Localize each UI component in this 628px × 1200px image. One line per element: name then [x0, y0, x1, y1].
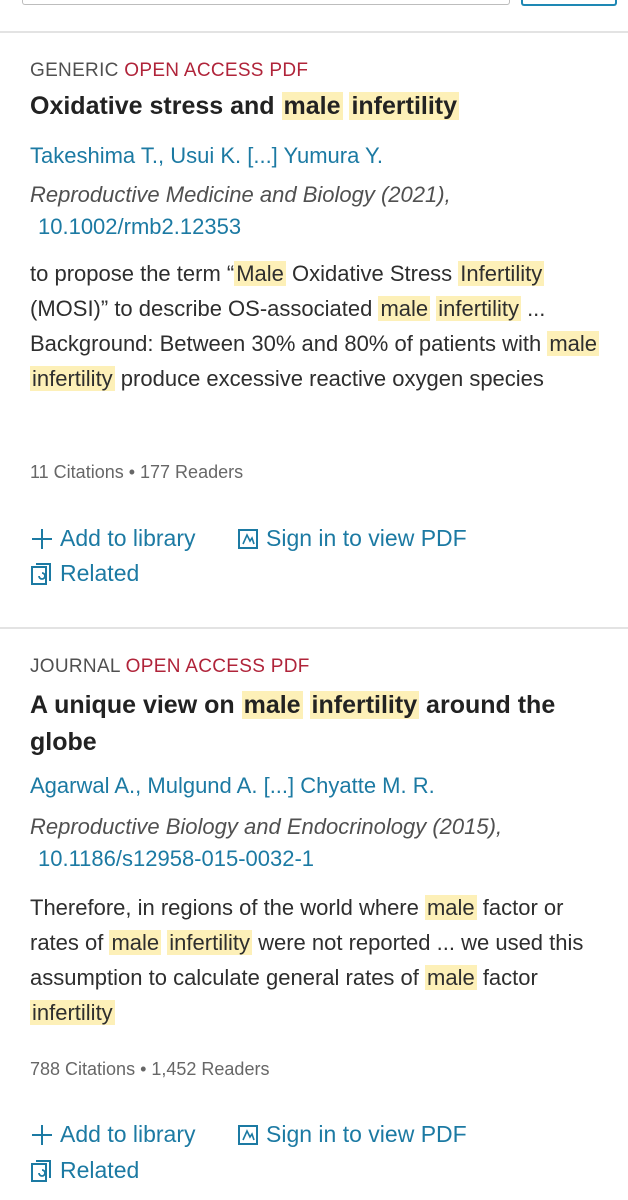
- add-to-library-label: Add to library: [60, 1121, 196, 1147]
- article-meta: GENERIC OPEN ACCESS PDF: [30, 60, 308, 82]
- article-authors[interactable]: Takeshima T., Usui K. [...] Yumura Y.: [30, 143, 383, 169]
- text-segment: Therefore, in regions of the world where: [30, 895, 425, 920]
- highlighted-keyword: Male: [234, 261, 286, 286]
- article-stats: 788 Citations • 1,452 Readers: [30, 1059, 270, 1079]
- highlighted-keyword: infertility: [436, 296, 521, 321]
- article-snippet: Therefore, in regions of the world where…: [30, 890, 610, 1030]
- divider: [0, 31, 628, 33]
- related-label: Related: [60, 1157, 140, 1183]
- sign-in-pdf-button[interactable]: Sign in to view PDF: [236, 1121, 467, 1148]
- related-button[interactable]: Related: [30, 1157, 139, 1184]
- highlighted-keyword: male: [378, 296, 431, 321]
- open-access-badge: OPEN ACCESS: [125, 656, 266, 677]
- highlighted-keyword: infertility: [309, 691, 420, 719]
- plus-icon: [32, 1124, 52, 1145]
- sign-in-pdf-button[interactable]: Sign in to view PDF: [236, 525, 467, 552]
- search-button[interactable]: [521, 0, 617, 6]
- related-documents-icon: [31, 1159, 51, 1182]
- article-stats: 11 Citations • 177 Readers: [30, 462, 244, 482]
- article-doi-link[interactable]: 10.1186/s12958-015-0032-1: [38, 846, 314, 872]
- highlighted-keyword: male: [424, 895, 477, 920]
- pdf-icon: [238, 528, 258, 549]
- highlighted-keyword: infertility: [349, 92, 460, 120]
- plus-icon: [32, 528, 52, 549]
- article-authors[interactable]: Agarwal A., Mulgund A. [...] Chyatte M. …: [30, 773, 435, 799]
- highlighted-keyword: male: [425, 965, 477, 990]
- search-input[interactable]: [22, 0, 510, 5]
- article-snippet: to propose the term “Male Oxidative Stre…: [30, 256, 610, 396]
- article-title[interactable]: A unique view on male infertility around…: [30, 687, 600, 761]
- sign-in-pdf-label: Sign in to view PDF: [266, 1121, 467, 1147]
- pdf-badge: PDF: [269, 60, 309, 81]
- text-segment: factor: [476, 965, 538, 990]
- add-to-library-button[interactable]: Add to library: [30, 525, 196, 552]
- article-title[interactable]: Oxidative stress and male infertility: [30, 88, 600, 125]
- add-to-library-label: Add to library: [60, 525, 196, 551]
- article-type: GENERIC: [30, 60, 119, 81]
- article-meta: JOURNAL OPEN ACCESS PDF: [30, 656, 310, 678]
- add-to-library-button[interactable]: Add to library: [30, 1121, 196, 1148]
- article-type: JOURNAL: [30, 656, 121, 677]
- text-segment: (MOSI)” to describe OS-associated: [30, 296, 379, 321]
- highlighted-keyword: male: [547, 331, 600, 356]
- highlighted-keyword: infertility: [167, 930, 252, 955]
- highlighted-keyword: infertility: [30, 366, 115, 391]
- highlighted-keyword: male: [241, 691, 303, 719]
- text-segment: Oxidative stress and: [30, 92, 282, 120]
- related-label: Related: [60, 560, 140, 586]
- text-segment: A unique view on: [30, 691, 242, 719]
- pdf-icon: [238, 1124, 258, 1145]
- search-bar-area: [0, 0, 628, 30]
- text-segment: [303, 691, 310, 719]
- article-journal: Reproductive Biology and Endocrinology (…: [30, 814, 503, 839]
- related-button[interactable]: Related: [30, 560, 139, 587]
- article-doi-link[interactable]: 10.1002/rmb2.12353: [38, 214, 241, 240]
- highlighted-keyword: infertility: [30, 1000, 115, 1025]
- text-segment: produce excessive reactive oxygen specie…: [114, 366, 544, 391]
- open-access-badge: OPEN ACCESS: [124, 60, 264, 81]
- text-segment: to propose the term “: [30, 261, 235, 286]
- pdf-badge: PDF: [270, 656, 310, 677]
- highlighted-keyword: male: [281, 92, 343, 120]
- divider: [0, 627, 628, 629]
- sign-in-pdf-label: Sign in to view PDF: [266, 525, 467, 551]
- highlighted-keyword: Infertility: [458, 261, 545, 286]
- highlighted-keyword: male: [109, 930, 162, 955]
- article-journal: Reproductive Medicine and Biology (2021)…: [30, 182, 451, 207]
- related-documents-icon: [31, 562, 51, 585]
- text-segment: Oxidative Stress: [285, 261, 459, 286]
